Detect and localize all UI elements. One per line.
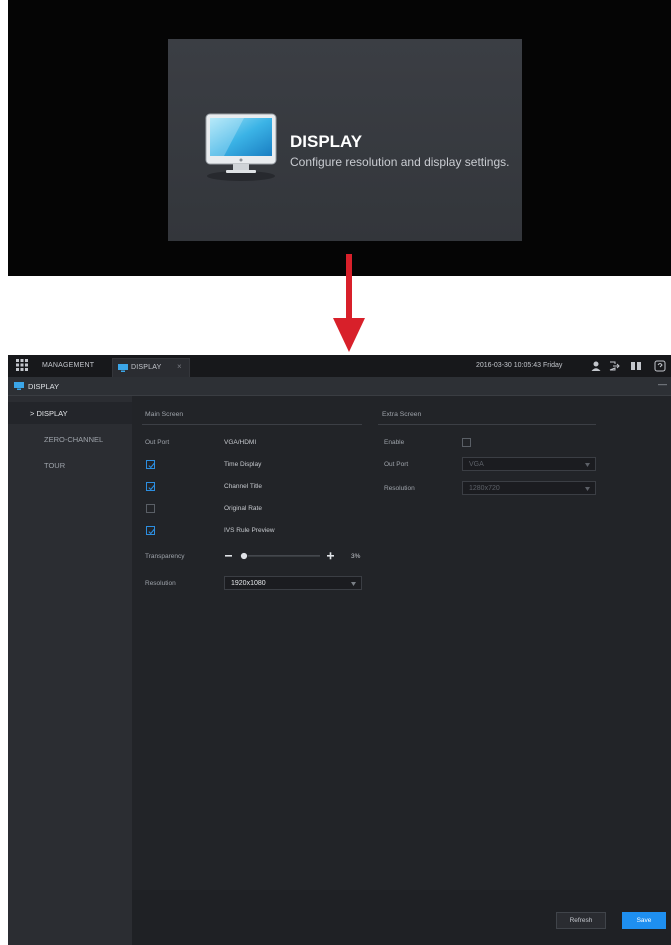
extra-resolution-select[interactable]: 1280x720 [462,481,596,495]
tab-management[interactable]: MANAGEMENT [34,355,114,377]
datetime: 2016-03-30 10:05:43 Friday [476,362,563,369]
sidebar-item-tour[interactable]: TOUR [8,454,132,476]
enable-checkbox[interactable] [462,438,471,447]
resolution-label: Resolution [145,580,176,587]
settings-content: Main Screen Out Port VGA/HDMI Time Displ… [132,396,671,945]
top-bar: MANAGEMENT DISPLAY × 2016-03-30 10:05:43… [8,355,671,378]
resolution-select-value: 1920x1080 [231,580,266,587]
chevron-down-icon [585,487,590,491]
monitor-icon [205,113,277,181]
page-header: DISPLAY — [8,377,671,396]
slider-thumb[interactable] [240,552,248,560]
check-icon [148,529,155,535]
ivs-rule-preview-checkbox[interactable] [146,526,155,535]
sidebar-item-label: > DISPLAY [30,409,68,418]
chevron-down-icon [351,582,356,586]
divider [378,424,596,425]
main-screen-header: Main Screen [145,411,184,418]
enable-label: Enable [384,439,405,446]
grid-menu-icon[interactable] [16,359,28,371]
channel-title-checkbox[interactable] [146,482,155,491]
monitor-icon [118,364,128,372]
slider-track [240,555,320,557]
tile-title: DISPLAY [290,132,363,151]
check-icon [148,463,155,469]
channel-title-label: Channel Title [224,483,262,490]
display-tile[interactable]: DISPLAY Configure resolution and display… [168,39,522,241]
page-title: DISPLAY [28,382,60,391]
check-icon [148,485,155,491]
save-button[interactable]: Save [622,912,666,929]
tile-panel: DISPLAY Configure resolution and display… [8,0,671,276]
transparency-value: 3% [351,553,361,560]
out-port-label: Out Port [145,439,170,446]
resolution-select[interactable]: 1920x1080 [224,576,362,590]
tile-description: Configure resolution and display setting… [290,155,510,169]
monitor-icon [14,382,24,390]
sidebar-item-label: TOUR [44,461,66,470]
time-display-checkbox[interactable] [146,460,155,469]
original-rate-checkbox[interactable] [146,504,155,513]
sidebar-item-label: ZERO-CHANNEL [44,435,104,444]
extra-out-port-select-value: VGA [469,461,484,468]
help-icon[interactable] [654,360,666,372]
extra-out-port-label: Out Port [384,461,409,468]
footer-bar: Refresh Save [132,890,671,945]
chevron-down-icon [585,463,590,467]
transparency-slider[interactable] [224,548,364,564]
settings-window: MANAGEMENT DISPLAY × 2016-03-30 10:05:43… [8,355,671,945]
extra-screen-header: Extra Screen [382,411,422,418]
sidebar-item-zero-channel[interactable]: ZERO-CHANNEL [8,428,132,450]
extra-resolution-select-value: 1280x720 [469,485,500,492]
sidebar-item-display[interactable]: > DISPLAY [8,402,132,424]
refresh-button[interactable]: Refresh [556,912,606,929]
ivs-rule-preview-label: IVS Rule Preview [224,527,275,534]
extra-out-port-select[interactable]: VGA [462,457,596,471]
sidebar: > DISPLAY ZERO-CHANNEL TOUR [8,396,132,945]
tab-management-label: MANAGEMENT [42,362,95,369]
minimize-button[interactable]: — [658,379,667,389]
layout-icon[interactable] [630,360,642,372]
tab-display-label: DISPLAY [131,364,162,371]
close-icon[interactable]: × [177,362,182,371]
extra-resolution-label: Resolution [384,485,415,492]
logout-icon[interactable] [608,360,620,372]
minus-icon[interactable] [225,555,232,557]
user-icon[interactable] [590,360,602,372]
divider [142,424,362,425]
time-display-label: Time Display [224,461,262,468]
out-port-value: VGA/HDMI [224,439,257,446]
plus-icon[interactable] [327,552,334,560]
down-arrow-icon [333,254,365,352]
original-rate-label: Original Rate [224,505,262,512]
tab-display[interactable]: DISPLAY × [112,358,190,378]
transparency-label: Transparency [145,553,185,560]
